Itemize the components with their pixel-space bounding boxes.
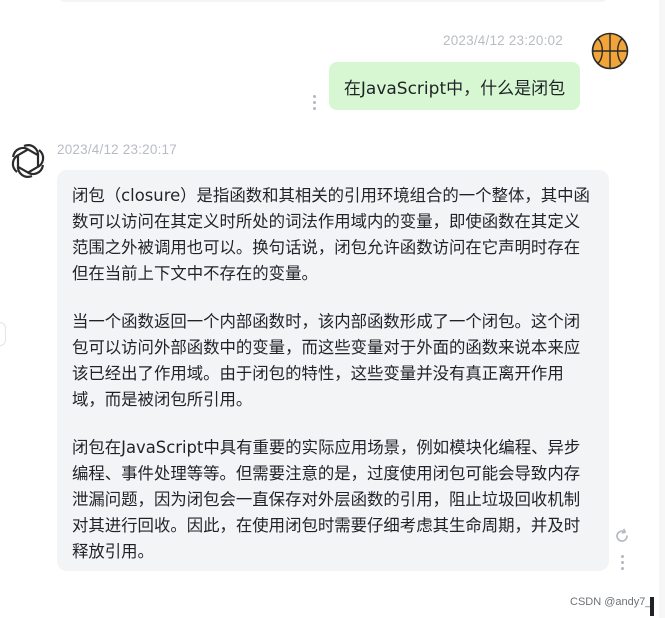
watermark: CSDN @andy7_	[570, 596, 652, 608]
assistant-message-timestamp: 2023/4/12 23:20:17	[57, 142, 177, 157]
user-message-menu-icon[interactable]	[312, 95, 316, 110]
assistant-paragraph: 闭包（closure）是指函数和其相关的引用环境组合的一个整体，其中函数可以访问…	[72, 186, 590, 283]
text-cursor	[650, 597, 654, 616]
assistant-paragraph: 当一个函数返回一个内部函数时，该内部函数形成了一个闭包。这个闭包可以访问外部函数…	[72, 312, 581, 409]
basketball-icon[interactable]	[591, 32, 629, 70]
user-message-bubble: 在JavaScript中，什么是闭包	[329, 62, 580, 110]
assistant-message-menu-icon[interactable]	[620, 555, 624, 570]
assistant-paragraph: 闭包在JavaScript中具有重要的实际应用场景，例如模块化编程、异步编程、事…	[72, 438, 581, 561]
assistant-message-bubble: 闭包（closure）是指函数和其相关的引用环境组合的一个整体，其中函数可以访问…	[57, 170, 609, 571]
side-collapse-handle[interactable]	[0, 322, 6, 346]
scrollbar-track[interactable]	[659, 0, 665, 618]
regenerate-icon[interactable]	[614, 528, 630, 544]
user-message-text: 在JavaScript中，什么是闭包	[343, 78, 566, 99]
previous-message-bubble	[57, 0, 609, 2]
openai-logo-icon	[9, 142, 47, 180]
user-message-timestamp: 2023/4/12 23:20:02	[443, 33, 563, 48]
